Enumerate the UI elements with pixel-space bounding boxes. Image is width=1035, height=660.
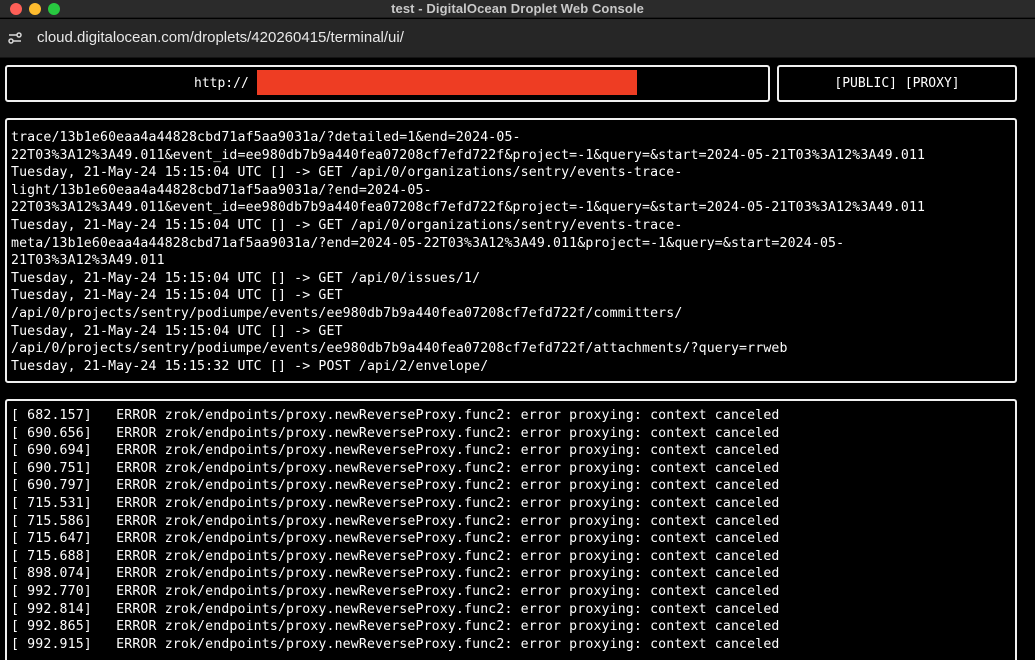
error-log-line: [ 690.797] ERROR zrok/endpoints/proxy.ne…	[11, 478, 780, 494]
site-settings-icon[interactable]	[8, 31, 22, 45]
request-log-line: Tuesday, 21-May-24 15:15:04 UTC [] -> GE…	[11, 288, 343, 304]
error-log-line: [ 715.531] ERROR zrok/endpoints/proxy.ne…	[11, 495, 780, 511]
request-log-line: Tuesday, 21-May-24 15:15:04 UTC [] -> GE…	[11, 217, 683, 233]
error-log-line: [ 992.770] ERROR zrok/endpoints/proxy.ne…	[11, 583, 780, 599]
address-bar[interactable]: cloud.digitalocean.com/droplets/42026041…	[0, 19, 1035, 58]
request-log-line: meta/13b1e60eaa4a44828cbd71af5aa9031a/?e…	[11, 235, 845, 251]
tunnel-url-panel: http://	[5, 65, 770, 102]
error-log-line: [ 715.647] ERROR zrok/endpoints/proxy.ne…	[11, 531, 780, 547]
window-title-bar: test - DigitalOcean Droplet Web Console	[0, 0, 1035, 18]
request-log-line: 22T03%3A12%3A49.011&event_id=ee980db7b9a…	[11, 147, 926, 163]
error-log-panel: [ 682.157] ERROR zrok/endpoints/proxy.ne…	[5, 399, 1017, 660]
terminal-screen[interactable]: http:// [PUBLIC] [PROXY] trace/13b1e60ea…	[0, 58, 1035, 660]
share-mode-panel: [PUBLIC] [PROXY]	[777, 65, 1017, 102]
request-log-line: Tuesday, 21-May-24 15:15:32 UTC [] -> PO…	[11, 358, 489, 374]
error-log-line: [ 715.586] ERROR zrok/endpoints/proxy.ne…	[11, 513, 780, 529]
request-log-line: Tuesday, 21-May-24 15:15:04 UTC [] -> GE…	[11, 323, 343, 339]
error-log-line: [ 690.656] ERROR zrok/endpoints/proxy.ne…	[11, 425, 780, 441]
request-log-panel: trace/13b1e60eaa4a44828cbd71af5aa9031a/?…	[5, 118, 1017, 383]
request-log-line: 22T03%3A12%3A49.011&event_id=ee980db7b9a…	[11, 200, 926, 216]
url-text[interactable]: cloud.digitalocean.com/droplets/42026041…	[37, 29, 404, 46]
request-log-line: light/13b1e60eaa4a44828cbd71af5aa9031a/?…	[11, 182, 432, 198]
request-log-line: trace/13b1e60eaa4a44828cbd71af5aa9031a/?…	[11, 130, 521, 145]
share-mode-tags: [PUBLIC] [PROXY]	[834, 76, 960, 91]
redacted-url	[257, 70, 637, 95]
error-log-line: [ 992.865] ERROR zrok/endpoints/proxy.ne…	[11, 619, 780, 635]
error-log-line: [ 690.751] ERROR zrok/endpoints/proxy.ne…	[11, 460, 780, 476]
error-log-line: [ 682.157] ERROR zrok/endpoints/proxy.ne…	[11, 408, 780, 423]
request-log-lines: trace/13b1e60eaa4a44828cbd71af5aa9031a/?…	[11, 129, 925, 375]
request-log-line: Tuesday, 21-May-24 15:15:04 UTC [] -> GE…	[11, 270, 481, 286]
window-title: test - DigitalOcean Droplet Web Console	[391, 1, 644, 16]
request-log-line: 21T03%3A12%3A49.011	[11, 253, 165, 269]
tunnel-url-prefix: http://	[194, 76, 249, 91]
error-log-lines: [ 682.157] ERROR zrok/endpoints/proxy.ne…	[11, 407, 780, 653]
error-log-line: [ 715.688] ERROR zrok/endpoints/proxy.ne…	[11, 548, 780, 564]
request-log-line: Tuesday, 21-May-24 15:15:04 UTC [] -> GE…	[11, 165, 683, 181]
error-log-line: [ 898.074] ERROR zrok/endpoints/proxy.ne…	[11, 566, 780, 582]
request-log-line: /api/0/projects/sentry/podiumpe/events/e…	[11, 341, 788, 357]
request-log-line: /api/0/projects/sentry/podiumpe/events/e…	[11, 305, 683, 321]
error-log-line: [ 992.915] ERROR zrok/endpoints/proxy.ne…	[11, 636, 780, 652]
error-log-line: [ 690.694] ERROR zrok/endpoints/proxy.ne…	[11, 443, 780, 459]
error-log-line: [ 992.814] ERROR zrok/endpoints/proxy.ne…	[11, 601, 780, 617]
